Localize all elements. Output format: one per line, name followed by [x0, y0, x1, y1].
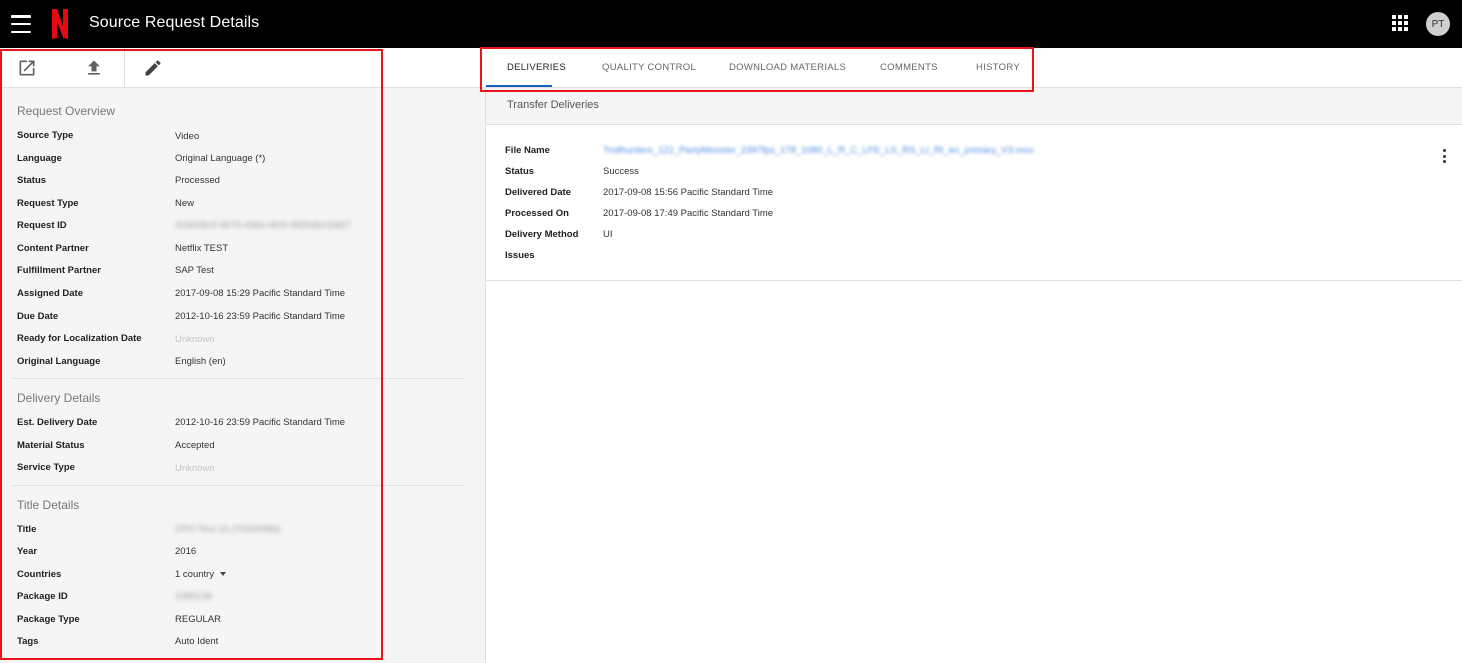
field-label: Request Type: [17, 198, 79, 209]
field-label: Material Status: [17, 440, 85, 451]
delivery-label: Delivery Method: [505, 229, 579, 240]
field-value-status: Processed: [175, 175, 220, 186]
processed-on-value: 2017-09-08 17:49 Pacific Standard Time: [603, 208, 774, 219]
section-divider: [12, 485, 464, 486]
upload-icon[interactable]: [84, 58, 104, 78]
request-details-panel: Request Overview Source Type Video Langu…: [0, 48, 486, 663]
field-value-ready-for-localization-date: Unknown: [175, 334, 215, 345]
field-label: Service Type: [17, 462, 75, 473]
caret-down-icon: [220, 572, 227, 577]
field-value-assigned-date: 2017-09-08 15:29 Pacific Standard Time: [175, 288, 346, 299]
delivery-record: File Name Trollhunters_121_PartyMonster_…: [486, 125, 1462, 281]
field-label: Est. Delivery Date: [17, 417, 98, 428]
field-value-source-type: Video: [175, 131, 200, 142]
open-in-new-icon[interactable]: [17, 58, 37, 78]
more-vertical-icon[interactable]: [1443, 149, 1449, 163]
delivery-label: Delivered Date: [505, 187, 572, 198]
delivery-label: File Name: [505, 145, 550, 156]
tab-deliveries[interactable]: DELIVERIES: [507, 62, 566, 73]
field-value-fulfillment-partner: SAP Test: [175, 265, 214, 276]
file-name-link[interactable]: Trollhunters_121_PartyMonster_2397fps_17…: [603, 145, 1034, 156]
field-label: Assigned Date: [17, 288, 83, 299]
field-label: Year: [17, 546, 38, 557]
field-label: Countries: [17, 569, 62, 580]
field-label: Request ID: [17, 220, 67, 231]
user-avatar[interactable]: PT: [1426, 12, 1450, 36]
field-value-service-type: Unknown: [175, 463, 215, 474]
field-label: Status: [17, 175, 47, 186]
delivery-label: Issues: [505, 250, 535, 261]
field-value-request-type: New: [175, 198, 195, 209]
delivery-label: Status: [505, 166, 535, 177]
transfer-deliveries-title: Transfer Deliveries: [507, 99, 599, 111]
countries-dropdown[interactable]: 1 country: [175, 569, 227, 580]
tabs-bar: DELIVERIES QUALITY CONTROL DOWNLOAD MATE…: [486, 48, 1462, 88]
active-tab-indicator: [486, 85, 552, 87]
tab-quality-control[interactable]: QUALITY CONTROL: [602, 62, 696, 73]
tab-download-materials[interactable]: DOWNLOAD MATERIALS: [729, 62, 846, 73]
delivered-date-value: 2017-09-08 15:56 Pacific Standard Time: [603, 187, 774, 198]
field-value-request-id: 415628c5-6670-436e-bfc5-0830d521fa57: [175, 220, 351, 231]
field-value-material-status: Accepted: [175, 440, 215, 451]
field-label: Content Partner: [17, 243, 89, 254]
field-label: Ready for Localization Date: [17, 333, 142, 344]
field-label: Fulfillment Partner: [17, 265, 101, 276]
tab-history[interactable]: HISTORY: [976, 62, 1020, 73]
field-value-language: Original Language (*): [175, 153, 266, 164]
section-title-title-details: Title Details: [17, 498, 80, 512]
tab-comments[interactable]: COMMENTS: [880, 62, 938, 73]
top-app-bar: Source Request Details PT: [0, 0, 1462, 48]
delivery-status-value: Success: [603, 166, 639, 177]
countries-dropdown-label: 1 country: [175, 569, 215, 580]
netflix-logo[interactable]: [50, 9, 70, 39]
page-title: Source Request Details: [89, 14, 260, 31]
field-label: Package ID: [17, 591, 68, 602]
field-value-package-id: 1395136: [175, 591, 212, 602]
delivery-method-value: UI: [603, 229, 613, 240]
field-label: Package Type: [17, 614, 80, 625]
edit-pencil-icon[interactable]: [143, 58, 163, 78]
hamburger-menu-icon[interactable]: [11, 15, 31, 33]
section-title-request-overview: Request Overview: [17, 104, 116, 118]
apps-grid-icon[interactable]: [1392, 15, 1408, 31]
field-label: Tags: [17, 636, 39, 647]
field-value-content-partner: Netflix TEST: [175, 243, 229, 254]
field-value-title: CPO Test 15 (70264086): [175, 524, 280, 535]
field-label: Original Language: [17, 356, 101, 367]
field-value-due-date: 2012-10-16 23:59 Pacific Standard Time: [175, 311, 346, 322]
field-value-original-language: English (en): [175, 356, 226, 367]
section-title-delivery-details: Delivery Details: [17, 391, 101, 405]
toolbar-divider: [124, 48, 125, 88]
section-divider: [12, 378, 464, 379]
field-value-est-delivery-date: 2012-10-16 23:59 Pacific Standard Time: [175, 417, 346, 428]
field-value-year: 2016: [175, 546, 197, 557]
field-label: Due Date: [17, 311, 59, 322]
field-label: Language: [17, 153, 62, 164]
field-label: Source Type: [17, 130, 74, 141]
field-value-tags: Auto Ident: [175, 636, 219, 647]
delivery-label: Processed On: [505, 208, 569, 219]
details-toolbar: [0, 48, 486, 88]
field-value-package-type: REGULAR: [175, 614, 221, 625]
field-label: Title: [17, 524, 37, 535]
transfer-deliveries-header: Transfer Deliveries: [486, 88, 1462, 125]
